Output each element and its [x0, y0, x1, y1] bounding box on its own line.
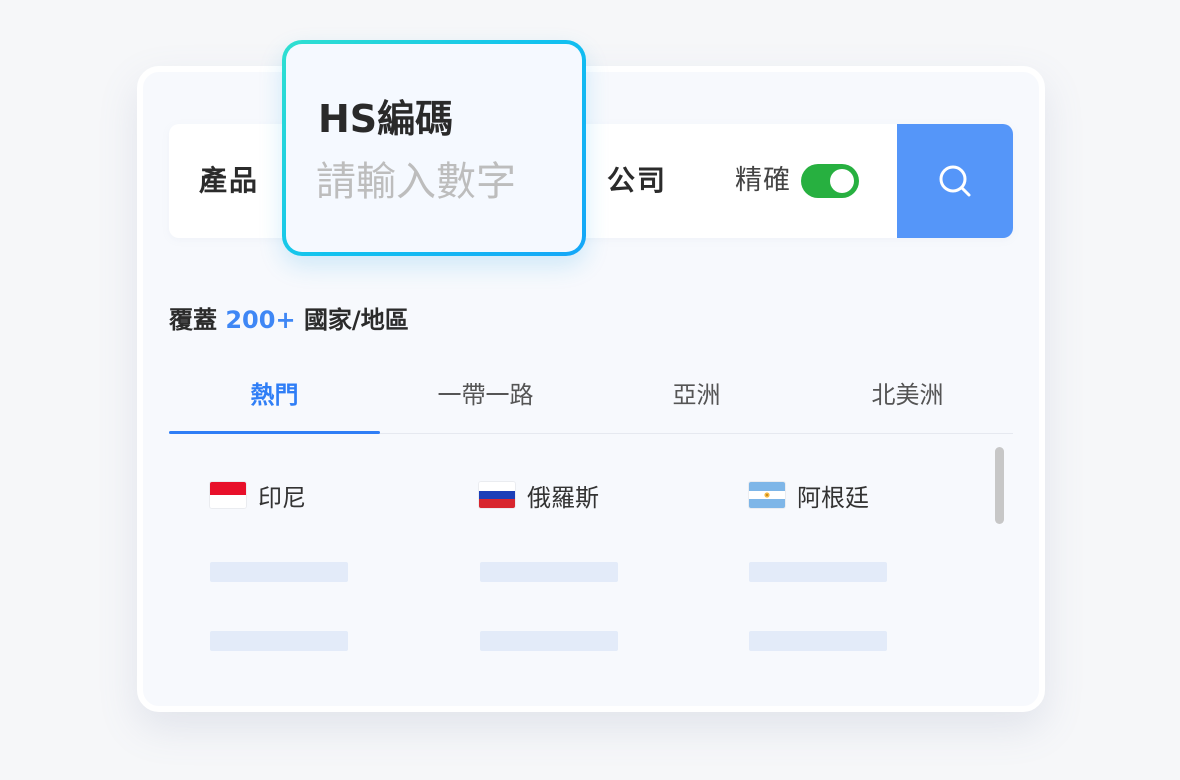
hs-code-popup-body: HS編碼 [286, 44, 582, 252]
loading-placeholder [210, 631, 348, 651]
hs-code-input[interactable] [316, 154, 556, 210]
search-tab-product[interactable]: 產品 [199, 124, 259, 238]
region-tabs: 熱門 一帶一路 亞洲 北美洲 [169, 370, 1013, 434]
country-item-indonesia[interactable]: 印尼 [210, 478, 306, 512]
country-name: 阿根廷 [797, 483, 869, 512]
page: 產品 公司 精確 HS編碼 覆蓋 200+ 國家/地區 熱門 一帶一路 亞洲 北… [0, 0, 1180, 780]
coverage-count: 200+ [225, 306, 296, 334]
exact-match-toggle[interactable] [801, 164, 859, 198]
hs-code-popup: HS編碼 [282, 40, 586, 256]
region-tab-belt-and-road[interactable]: 一帶一路 [380, 370, 591, 430]
search-icon [939, 165, 971, 197]
loading-placeholder [480, 562, 618, 582]
coverage-prefix: 覆蓋 [169, 306, 217, 334]
loading-placeholder [749, 562, 887, 582]
indonesia-flag-icon [210, 482, 246, 508]
exact-match-label: 精確 [735, 165, 791, 196]
loading-placeholder [749, 631, 887, 651]
country-name: 俄羅斯 [527, 483, 599, 512]
region-tab-asia[interactable]: 亞洲 [591, 370, 802, 430]
russia-flag-icon [479, 482, 515, 508]
coverage-suffix: 國家/地區 [303, 306, 409, 334]
argentina-flag-icon [749, 482, 785, 508]
country-name: 印尼 [258, 483, 306, 512]
region-tab-north-america[interactable]: 北美洲 [802, 370, 1013, 430]
country-item-russia[interactable]: 俄羅斯 [479, 478, 599, 512]
search-button[interactable] [897, 124, 1013, 238]
region-tab-popular[interactable]: 熱門 [169, 370, 380, 430]
search-tab-company[interactable]: 公司 [607, 124, 667, 238]
loading-placeholder [480, 631, 618, 651]
country-item-argentina[interactable]: 阿根廷 [749, 478, 869, 512]
list-scrollbar[interactable] [995, 447, 1004, 524]
loading-placeholder [210, 562, 348, 582]
active-tab-underline [169, 431, 380, 434]
hs-code-title: HS編碼 [318, 97, 454, 141]
coverage-text: 覆蓋 200+ 國家/地區 [169, 300, 409, 335]
toggle-knob [830, 169, 854, 193]
